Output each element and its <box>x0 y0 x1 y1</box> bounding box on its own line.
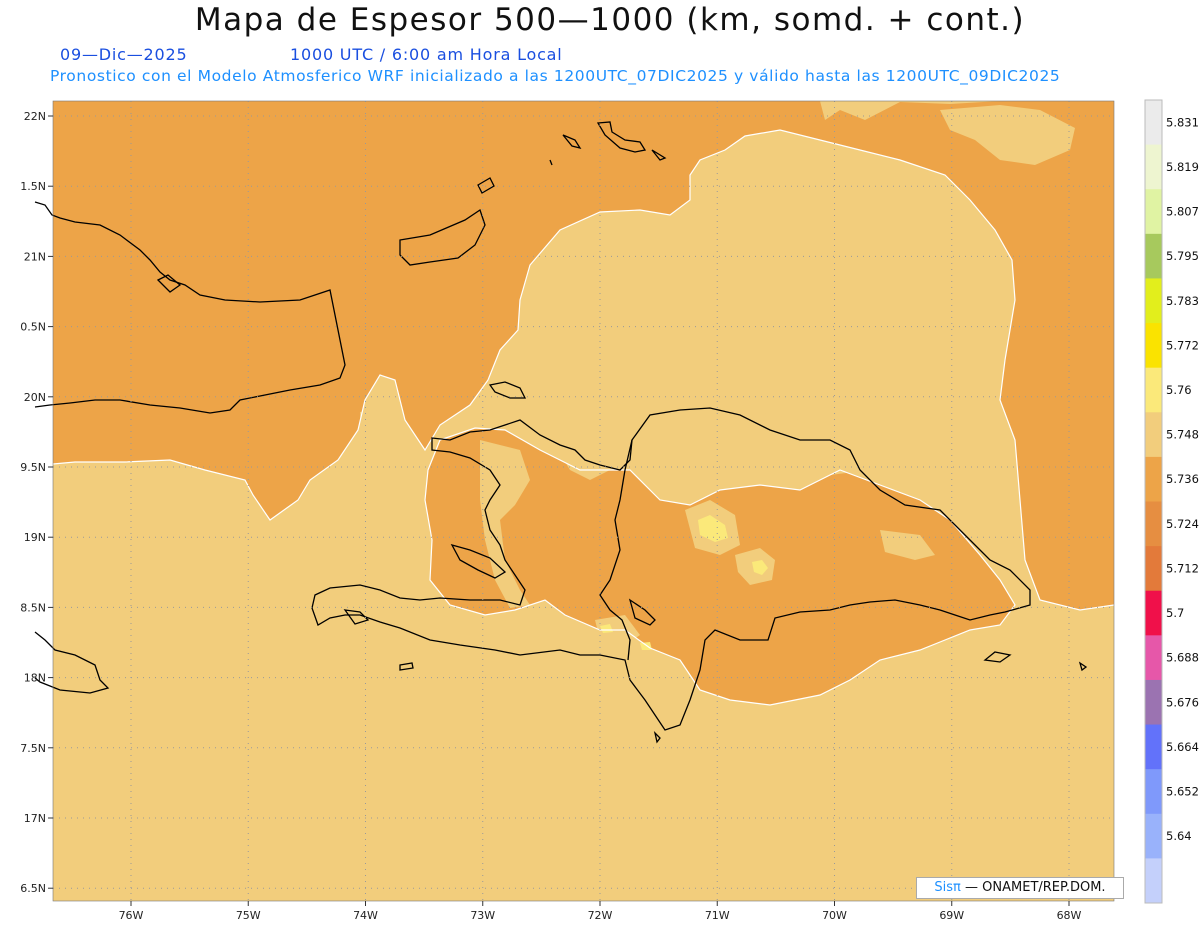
lat-tick-label: 22N <box>24 110 46 123</box>
field-patch-max <box>640 642 652 650</box>
lon-tick-label: 71W <box>705 909 730 922</box>
legend-swatch <box>1145 813 1162 859</box>
longitude-axis: 76W 75W 74W 73W 72W 71W 70W 69W 68W <box>119 901 1082 922</box>
legend-swatch <box>1145 635 1162 681</box>
legend-level-label: 5.64 <box>1166 829 1192 843</box>
lat-tick-label: 1.5N <box>20 180 46 193</box>
legend-level-label: 5.831 <box>1166 115 1199 129</box>
legend-swatch <box>1145 590 1162 636</box>
legend-swatch <box>1145 233 1162 279</box>
lat-tick-label: 19N <box>24 531 46 544</box>
legend-level-label: 5.795 <box>1166 249 1199 263</box>
lon-tick-label: 70W <box>822 909 847 922</box>
legend-level-label: 5.772 <box>1166 338 1199 352</box>
legend-level-label: 5.748 <box>1166 428 1199 442</box>
legend-level-label: 5.736 <box>1166 472 1199 486</box>
lon-tick-label: 68W <box>1057 909 1082 922</box>
lon-tick-label: 69W <box>939 909 964 922</box>
legend-level-label: 5.688 <box>1166 651 1199 665</box>
legend-swatch <box>1145 412 1162 458</box>
lat-tick-label: 7.5N <box>20 742 46 755</box>
color-legend: 5.831 5.819 5.807 5.795 5.783 5.772 5.76 5.748 5… <box>1144 99 1199 904</box>
lat-tick-label: 6.5N <box>20 882 46 895</box>
legend-swatch <box>1145 456 1162 502</box>
legend-level-label: 5.712 <box>1166 561 1199 575</box>
legend-swatch <box>1145 189 1162 235</box>
lat-tick-label: 20N <box>24 391 46 404</box>
lat-tick-label: 9.5N <box>20 461 46 474</box>
latitude-axis: 22N 1.5N 21N 0.5N 20N 9.5N 19N 8.5N 18N 7.5N 17N 6.… <box>20 110 53 895</box>
legend-swatch <box>1145 100 1162 146</box>
legend-swatch <box>1145 769 1162 815</box>
legend-swatch <box>1145 546 1162 592</box>
legend-level-label: 5.664 <box>1166 740 1199 754</box>
legend-level-label: 5.783 <box>1166 294 1199 308</box>
legend-level-label: 5.676 <box>1166 695 1199 709</box>
legend-swatch <box>1145 144 1162 190</box>
lat-tick-label: 21N <box>24 250 46 263</box>
lat-tick-label: 18N <box>24 672 46 685</box>
lon-tick-label: 75W <box>236 909 261 922</box>
legend-swatch <box>1145 501 1162 547</box>
legend-swatch <box>1145 724 1162 770</box>
legend-swatch <box>1145 323 1162 369</box>
lat-tick-label: 8.5N <box>20 601 46 614</box>
thickness-map: 76W 75W 74W 73W 72W 71W 70W 69W 68W 22N 1.5N 21N 0.… <box>20 99 1199 922</box>
legend-level-label: 5.652 <box>1166 784 1199 798</box>
credit-org: — ONAMET/REP.DOM. <box>965 880 1106 895</box>
lon-tick-label: 76W <box>119 909 144 922</box>
legend-swatch <box>1145 367 1162 413</box>
legend-level-label: 5.7 <box>1166 606 1184 620</box>
legend-swatch <box>1145 858 1162 904</box>
legend-level-label: 5.724 <box>1166 517 1199 531</box>
lon-tick-label: 73W <box>470 909 495 922</box>
lon-tick-label: 72W <box>588 909 613 922</box>
credit-box: Sisπ — ONAMET/REP.DOM. <box>916 877 1124 899</box>
legend-level-label: 5.819 <box>1166 160 1199 174</box>
lat-tick-label: 17N <box>24 812 46 825</box>
legend-level-label: 5.76 <box>1166 383 1192 397</box>
legend-level-label: 5.807 <box>1166 205 1199 219</box>
lon-tick-label: 74W <box>353 909 378 922</box>
shaded-field <box>53 101 1114 901</box>
credit-sis: Sisπ <box>934 880 961 895</box>
legend-swatch <box>1145 679 1162 726</box>
legend-swatch <box>1145 278 1162 324</box>
lat-tick-label: 0.5N <box>20 321 46 334</box>
